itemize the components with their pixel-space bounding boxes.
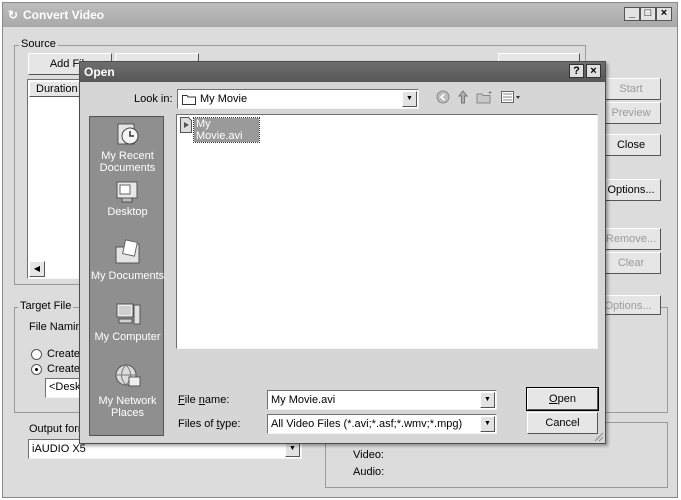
help-button[interactable]: ? bbox=[569, 64, 584, 78]
start-button[interactable]: Start bbox=[601, 78, 661, 100]
file-type-select[interactable]: All Video Files (*.avi;*.asf;*.wmv;*.mpg… bbox=[267, 414, 497, 434]
duration-column-header[interactable]: Duration bbox=[29, 81, 84, 97]
output-format-value: iAUDIO X5 bbox=[32, 443, 86, 455]
place-label: My Computer bbox=[94, 331, 161, 343]
place-my-computer[interactable]: My Computer bbox=[90, 301, 165, 361]
file-name-input[interactable]: My Movie.avi ▼ bbox=[267, 390, 497, 410]
network-places-icon bbox=[115, 364, 141, 387]
radio-create-1[interactable] bbox=[31, 349, 42, 360]
maximize-button[interactable]: □ bbox=[640, 7, 656, 21]
preview-button[interactable]: Preview bbox=[601, 102, 661, 124]
close-button[interactable]: Close bbox=[601, 134, 661, 156]
up-folder-icon[interactable] bbox=[456, 89, 470, 105]
clear-button[interactable]: Clear bbox=[601, 252, 661, 274]
folder-icon bbox=[182, 95, 196, 105]
place-label: My Network Places bbox=[98, 395, 157, 419]
file-name-dropdown-icon[interactable]: ▼ bbox=[480, 392, 495, 408]
look-in-value: My Movie bbox=[200, 93, 248, 105]
audio-info-label: Audio: bbox=[353, 466, 385, 478]
source-file-list[interactable] bbox=[27, 79, 85, 279]
radio-create-2[interactable] bbox=[31, 364, 42, 375]
close-window-button[interactable]: × bbox=[656, 7, 672, 21]
place-label: Desktop bbox=[107, 206, 148, 218]
video-file-icon bbox=[180, 117, 192, 133]
file-name-label: File name: bbox=[178, 394, 230, 406]
dialog-close-button[interactable]: × bbox=[586, 64, 601, 78]
new-folder-icon[interactable] bbox=[476, 90, 494, 104]
view-menu-icon[interactable] bbox=[501, 90, 523, 104]
target-file-group-label: Target File bbox=[18, 300, 74, 312]
source-group-label: Source bbox=[19, 38, 58, 50]
place-desktop[interactable]: Desktop bbox=[90, 179, 165, 239]
main-window-title: Convert Video bbox=[23, 8, 105, 22]
desktop-icon bbox=[116, 181, 138, 203]
look-in-select[interactable]: My Movie ▼ bbox=[177, 89, 419, 109]
place-label: My Documents bbox=[90, 270, 165, 282]
main-title-bar: ↻ Convert Video _ □ × bbox=[3, 3, 677, 27]
my-documents-icon bbox=[115, 239, 140, 264]
place-my-network-places[interactable]: My Network Places bbox=[90, 363, 165, 423]
resize-grip-icon[interactable] bbox=[592, 430, 604, 442]
open-button[interactable]: Open bbox=[526, 387, 599, 411]
file-item[interactable]: My Movie.avi bbox=[179, 117, 260, 143]
back-icon[interactable] bbox=[436, 90, 450, 104]
open-dialog-title: Open bbox=[84, 65, 115, 79]
place-my-recent-documents[interactable]: My Recent Documents bbox=[90, 121, 165, 181]
options-button[interactable]: Options... bbox=[601, 179, 661, 201]
radio-create-2-label: Create bbox=[47, 363, 81, 375]
open-file-dialog: Open ? × Look in: My Movie ▼ My Recent D… bbox=[79, 61, 606, 444]
file-type-dropdown-icon[interactable]: ▼ bbox=[480, 416, 495, 432]
recent-documents-icon bbox=[117, 123, 139, 145]
look-in-label: Look in: bbox=[134, 93, 173, 105]
file-list[interactable]: My Movie.avi bbox=[176, 114, 598, 349]
look-in-dropdown-icon[interactable]: ▼ bbox=[402, 91, 417, 107]
radio-create-1-label: Create bbox=[47, 348, 81, 360]
file-name-value: My Movie.avi bbox=[271, 394, 336, 406]
minimize-button[interactable]: _ bbox=[624, 7, 640, 21]
my-computer-icon bbox=[116, 303, 141, 325]
app-icon: ↻ bbox=[8, 8, 19, 22]
place-label: My Recent Documents bbox=[99, 150, 156, 174]
video-info-label: Video: bbox=[353, 449, 384, 461]
open-dialog-title-bar: Open ? × bbox=[80, 62, 605, 82]
file-type-label: Files of type: bbox=[178, 418, 241, 430]
scroll-left-button[interactable]: ◀ bbox=[29, 261, 45, 277]
cancel-button[interactable]: Cancel bbox=[527, 412, 598, 434]
file-item-name: My Movie.avi bbox=[193, 117, 260, 143]
remove-button[interactable]: Remove... bbox=[601, 228, 661, 250]
file-type-value: All Video Files (*.avi;*.asf;*.wmv;*.mpg… bbox=[271, 418, 463, 430]
places-bar: My Recent Documents Desktop My Documents bbox=[89, 116, 164, 436]
place-my-documents[interactable]: My Documents bbox=[90, 239, 165, 299]
